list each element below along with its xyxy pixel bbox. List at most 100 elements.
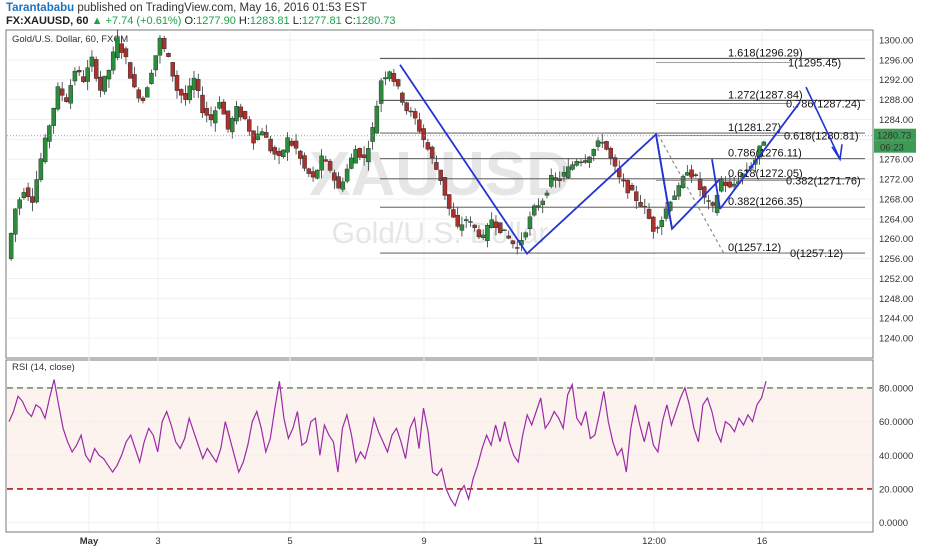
candle-body [127, 62, 133, 79]
candle-body [319, 155, 324, 171]
candle-body [425, 142, 431, 150]
price-tick-label: 1288.00 [879, 95, 913, 106]
candle-body [225, 110, 231, 130]
candle-body [30, 196, 35, 203]
candle-body [110, 51, 116, 71]
candle-body [72, 70, 78, 82]
candle-body [64, 97, 69, 102]
watermark-description: Gold/U.S. Dollar [332, 217, 549, 250]
candle-body [476, 229, 482, 238]
candle-body [336, 176, 341, 189]
candle-body [302, 155, 307, 169]
candle-body [502, 229, 507, 231]
candle-body [570, 164, 575, 170]
candle-body [140, 97, 146, 101]
candle-body [298, 150, 303, 159]
candle-body [370, 127, 375, 142]
candle-body [634, 191, 639, 201]
candle-body [264, 132, 269, 138]
candle-body [119, 43, 124, 53]
candle-body [374, 105, 380, 134]
candle-body [625, 180, 631, 194]
candle-body [587, 156, 592, 163]
rsi-tick-label: 0.0000 [879, 518, 908, 529]
candle-body [200, 94, 205, 114]
price-tick-label: 1240.00 [879, 334, 913, 345]
candle-body [68, 85, 73, 104]
candle-body [315, 169, 320, 179]
candle-body [332, 172, 337, 181]
candle-body [144, 87, 150, 98]
candle-body [217, 102, 222, 109]
fib-projection-label: 0.618(1280.81) [784, 130, 859, 142]
candle-body [387, 71, 392, 79]
time-tick-label: 11 [533, 536, 543, 547]
rsi-tick-label: 20.0000 [879, 484, 913, 495]
candle-body [170, 62, 175, 77]
candle-body [85, 67, 90, 82]
candle-body [549, 175, 554, 187]
candle-body [604, 141, 609, 150]
candle-body [472, 224, 477, 228]
candle-body [76, 70, 82, 73]
candle-body [161, 38, 167, 49]
candle-body [98, 76, 103, 91]
candle-body [174, 75, 180, 91]
candle-body [293, 140, 299, 149]
fib-projection-label: 0(1257.12) [790, 248, 843, 260]
candle-body [408, 110, 414, 113]
candle-body [689, 169, 694, 178]
candle-body [608, 147, 614, 159]
candle-body [285, 137, 290, 153]
chart-canvas[interactable]: XAUUSD Gold/U.S. Dollar Gold/U.S. Dollar… [0, 0, 932, 550]
candle-body [510, 240, 516, 245]
candle-body [13, 208, 18, 235]
candle-body [196, 79, 201, 91]
time-tick-label: 5 [287, 536, 292, 547]
candle-body [149, 72, 154, 84]
fib-projection-label: 1(1295.45) [788, 58, 841, 70]
candle-body [106, 70, 112, 80]
candle-body [136, 89, 141, 99]
candle-body [629, 185, 635, 191]
candle-body [38, 158, 44, 180]
candle-body [659, 220, 665, 228]
candle-body [47, 125, 52, 142]
candle-body [272, 147, 278, 155]
candle-body [451, 209, 456, 218]
candle-body [102, 75, 107, 92]
candle-body [429, 146, 435, 158]
price-tick-label: 1296.00 [879, 55, 913, 66]
fib-projection-label: 0.382(1271.76) [786, 175, 861, 187]
time-tick-label: 3 [155, 536, 160, 547]
candle-body [676, 185, 682, 197]
candle-body [259, 131, 265, 136]
price-tick-label: 1268.00 [879, 194, 913, 205]
candle-body [208, 114, 214, 121]
candle-body [55, 86, 61, 110]
rsi-tick-label: 80.0000 [879, 383, 913, 394]
candle-body [655, 227, 660, 229]
candle-body [357, 148, 363, 158]
candle-body [731, 183, 737, 187]
candle-body [497, 222, 503, 233]
candle-body [51, 108, 56, 126]
price-tick-label: 1260.00 [879, 234, 913, 245]
candle-body [540, 200, 545, 206]
candle-body [213, 110, 218, 124]
candle-body [395, 79, 401, 87]
candle-body [289, 140, 295, 146]
candle-body [591, 148, 596, 156]
time-tick-label: 9 [421, 536, 426, 547]
candle-body [17, 199, 22, 209]
countdown-label: 06:23 [880, 143, 904, 154]
candle-body [255, 133, 261, 140]
candle-body [221, 101, 226, 115]
candle-body [566, 166, 571, 178]
candle-body [340, 181, 346, 190]
rsi-band [7, 387, 872, 489]
candle-body [234, 106, 239, 122]
candle-body [366, 148, 371, 163]
rsi-title: RSI (14, close) [12, 362, 75, 373]
candle-body [391, 73, 397, 82]
